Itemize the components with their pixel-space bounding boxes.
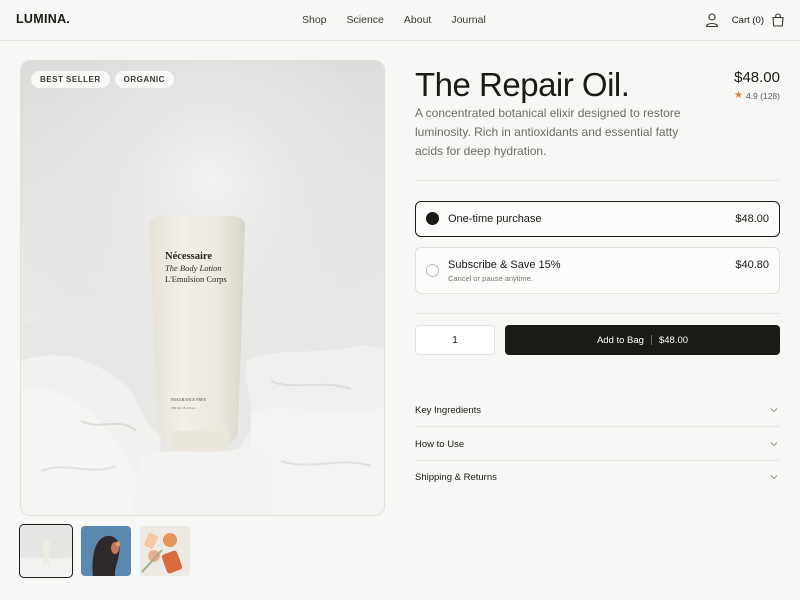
logo[interactable]: LUMINA.	[16, 12, 70, 26]
product-title: The Repair Oil.	[415, 66, 630, 103]
chevron-down-icon	[770, 442, 778, 447]
add-to-bag-button[interactable]: Add to Bag $48.00	[505, 325, 780, 355]
option-price: $48.00	[735, 213, 769, 225]
option-one-time-purchase[interactable]: One-time purchase $48.00	[415, 201, 780, 237]
shopping-bag-icon[interactable]	[771, 13, 785, 27]
quantity-input[interactable]	[415, 325, 495, 355]
cart-link[interactable]: Cart (0)	[732, 15, 764, 26]
tube-line2: L'Emulsion Corps	[165, 274, 227, 284]
accordion-label: Shipping & Returns	[415, 472, 497, 483]
user-icon[interactable]	[704, 12, 720, 28]
nav-about[interactable]: About	[404, 14, 431, 26]
tube-volume: 250 ml / 8.4 fl oz	[171, 406, 196, 410]
radio-selected[interactable]	[426, 212, 439, 225]
thumbnail-strip	[19, 524, 190, 578]
add-to-bag-label: Add to Bag	[596, 334, 644, 346]
divider	[415, 313, 780, 314]
tube-brand: Nécessaire	[165, 251, 212, 262]
option-subscribe-save[interactable]: Subscribe & Save 15% Cancel or pause any…	[415, 247, 780, 294]
product-badges: BEST SELLER ORGANIC	[31, 71, 174, 88]
product-hero-image[interactable]: Nécessaire The Body Lotion L'Emulsion Co…	[20, 60, 385, 516]
accordion-how-to-use[interactable]: How to Use	[415, 428, 780, 461]
header-actions: Cart (0)	[704, 12, 785, 28]
button-divider	[650, 335, 652, 345]
badge-best-seller: BEST SELLER	[31, 71, 110, 88]
main-nav: Shop Science About Journal	[302, 14, 506, 26]
nav-science[interactable]: Science	[347, 14, 384, 26]
option-price: $40.80	[735, 259, 769, 271]
thumbnail-portrait[interactable]	[81, 526, 131, 576]
tube-line1: The Body Lotion	[165, 263, 222, 273]
accordion-key-ingredients[interactable]: Key Ingredients	[415, 394, 780, 427]
option-label: Subscribe & Save 15%	[448, 259, 561, 271]
divider	[415, 180, 780, 181]
chevron-down-icon	[770, 475, 778, 480]
tube-note: FRAGRANCE FREE	[171, 397, 207, 402]
rating-text: 4.9 (128)	[745, 90, 780, 101]
chevron-down-icon	[770, 408, 778, 413]
nav-journal[interactable]: Journal	[451, 14, 485, 26]
thumbnail-lotion[interactable]	[19, 524, 73, 578]
product-price: $48.00	[734, 69, 780, 86]
badge-organic: ORGANIC	[114, 71, 174, 88]
thumbnail-citrus[interactable]	[140, 526, 190, 576]
option-subtext: Cancel or pause anytime.	[448, 274, 534, 283]
site-header: LUMINA. Shop Science About Journal Cart …	[0, 0, 800, 41]
accordion-label: Key Ingredients	[415, 405, 482, 416]
accordion-shipping-returns[interactable]: Shipping & Returns	[415, 461, 780, 494]
product-description: A concentrated botanical elixir designed…	[415, 106, 681, 158]
star-icon: ★	[734, 90, 743, 101]
product-rating[interactable]: ★ 4.9 (128)	[734, 90, 780, 101]
product-photo: Nécessaire The Body Lotion L'Emulsion Co…	[21, 61, 384, 515]
add-to-bag-price: $48.00	[658, 334, 689, 346]
nav-shop[interactable]: Shop	[302, 14, 327, 26]
option-label: One-time purchase	[448, 213, 542, 225]
accordion-label: How to Use	[415, 439, 465, 450]
radio-unselected[interactable]	[426, 264, 439, 277]
